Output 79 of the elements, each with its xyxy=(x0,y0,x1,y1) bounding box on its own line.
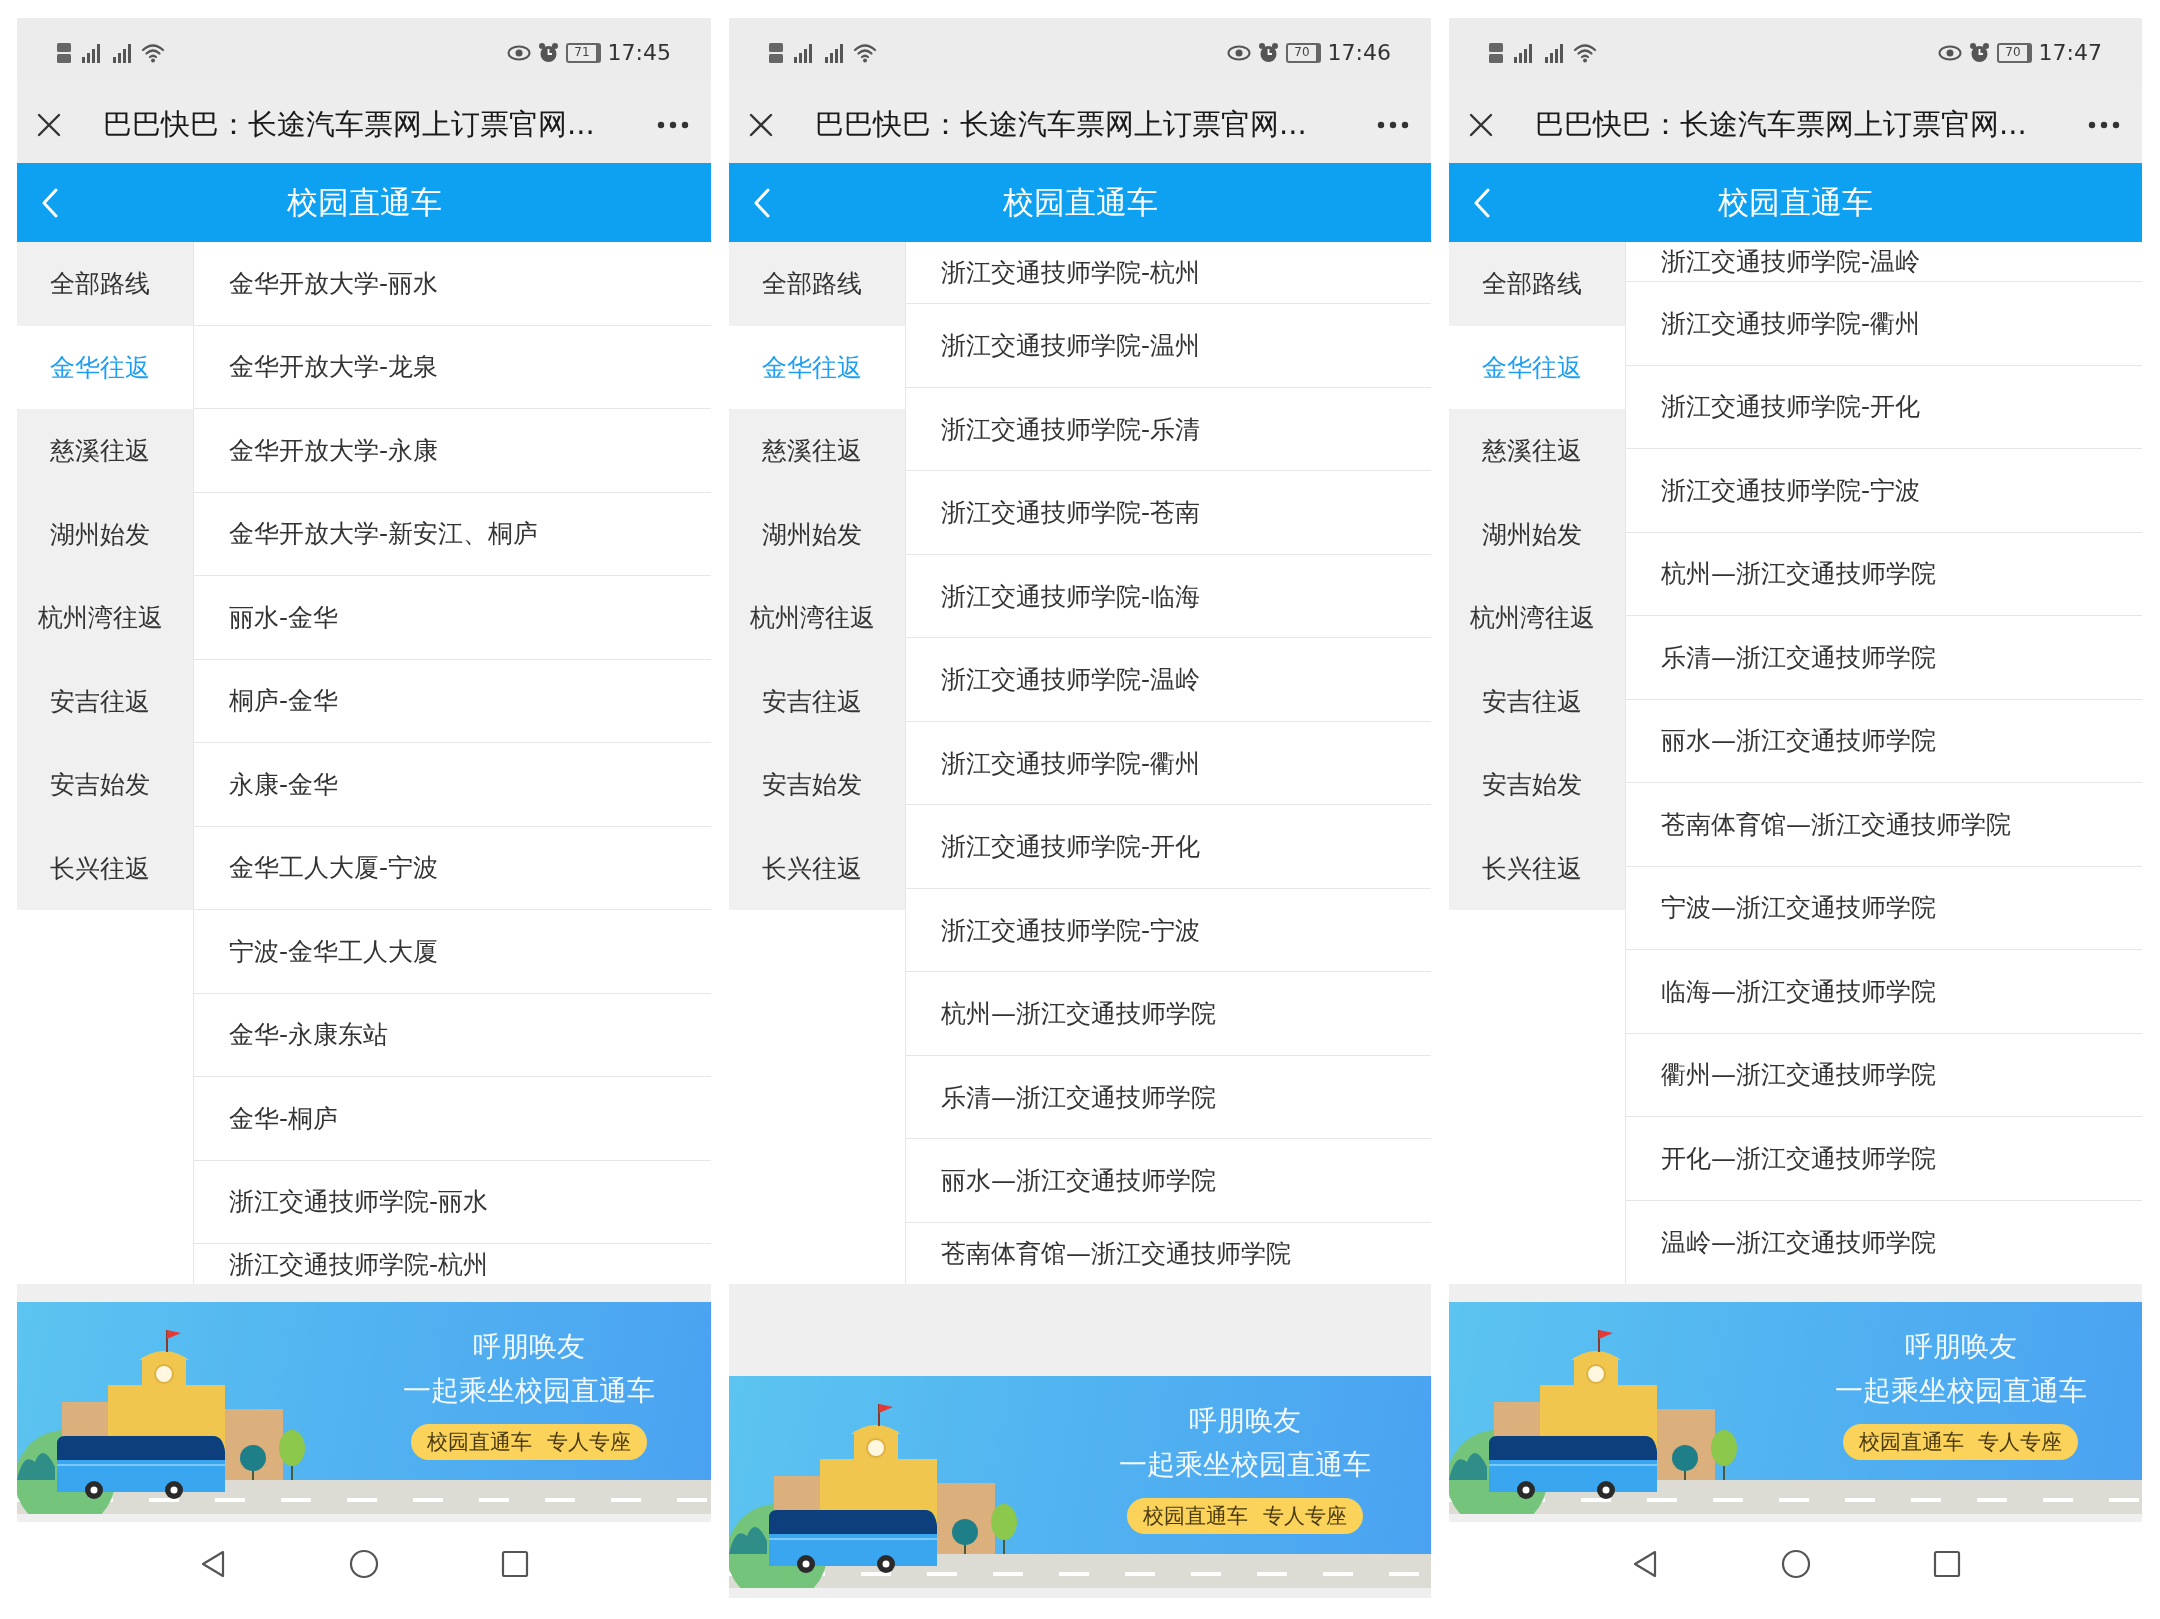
more-icon[interactable] xyxy=(657,121,689,129)
promo-banner[interactable]: 呼朋唤友 一起乘坐校园直通车 校园直通车 专人专座 xyxy=(1449,1302,2142,1514)
eye-icon xyxy=(507,44,532,61)
category-tab[interactable]: 杭州湾往返 xyxy=(729,576,905,660)
category-tab[interactable]: 长兴往返 xyxy=(1449,826,1625,910)
signal-icon xyxy=(791,42,815,63)
banner-tag: 校园直通车 专人专座 xyxy=(1842,1424,2079,1460)
signal-icon xyxy=(110,42,134,63)
recent-apps-icon[interactable] xyxy=(500,1548,530,1579)
battery-indicator: 70 xyxy=(1286,42,1321,63)
category-tab[interactable]: 杭州湾往返 xyxy=(17,576,193,660)
category-tab[interactable]: 湖州始发 xyxy=(17,492,193,576)
category-tab[interactable]: 慈溪往返 xyxy=(17,409,193,493)
banner-subline: 一起乘坐校园直通车 xyxy=(403,1374,655,1408)
category-tab[interactable]: 安吉往返 xyxy=(1449,659,1625,743)
signal-icon xyxy=(1542,42,1566,63)
category-tab[interactable]: 安吉始发 xyxy=(1449,743,1625,827)
banner-headline: 呼朋唤友 xyxy=(1904,1330,2017,1364)
home-icon[interactable] xyxy=(1780,1548,1811,1579)
category-tab[interactable]: 慈溪往返 xyxy=(729,409,905,493)
category-tab[interactable]: 长兴往返 xyxy=(17,826,193,910)
signal-icon xyxy=(822,42,846,63)
header-title: 校园直通车 xyxy=(1001,182,1159,222)
category-tab[interactable]: 全部路线 xyxy=(729,242,905,326)
signal-icon xyxy=(79,42,103,63)
category-tab[interactable]: 全部路线 xyxy=(1449,242,1625,326)
tree xyxy=(1672,1445,1698,1481)
tree xyxy=(991,1504,1017,1555)
close-icon[interactable] xyxy=(1469,113,1493,137)
close-icon[interactable] xyxy=(37,113,61,137)
alarm-clock-icon xyxy=(538,42,560,63)
signal-icon xyxy=(1511,42,1535,63)
alarm-clock-icon xyxy=(1969,42,1991,63)
battery-indicator: 70 xyxy=(1997,42,2032,63)
category-tab[interactable]: 全部路线 xyxy=(17,242,193,326)
tree xyxy=(240,1445,266,1481)
sim-icon xyxy=(768,41,784,64)
eye-icon xyxy=(1227,44,1252,61)
status-time: 17:46 xyxy=(1327,40,1391,65)
header-title: 校园直通车 xyxy=(285,182,443,222)
wifi-icon xyxy=(853,42,877,63)
recent-apps-icon[interactable] xyxy=(1931,1548,1962,1579)
category-tab[interactable]: 慈溪往返 xyxy=(1449,409,1625,493)
category-tab[interactable]: 杭州湾往返 xyxy=(1449,576,1625,660)
sim-icon xyxy=(1488,41,1504,64)
category-tab[interactable]: 长兴往返 xyxy=(729,826,905,910)
page-title: 巴巴快巴：长途汽车票网上订票官网... xyxy=(103,106,596,143)
banner-headline: 呼朋唤友 xyxy=(473,1330,585,1364)
promo-banner[interactable]: 呼朋唤友 一起乘坐校园直通车 校园直通车 专人专座 xyxy=(729,1376,1431,1588)
close-icon[interactable] xyxy=(749,113,773,137)
battery-indicator: 71 xyxy=(566,42,601,63)
more-icon[interactable] xyxy=(2088,121,2120,129)
category-tab[interactable]: 安吉往返 xyxy=(17,659,193,743)
category-tab[interactable]: 安吉始发 xyxy=(17,743,193,827)
banner-subline: 一起乘坐校园直通车 xyxy=(1119,1448,1371,1482)
sim-icon xyxy=(56,41,72,64)
tree xyxy=(1711,1430,1737,1481)
banner-tag: 校园直通车 专人专座 xyxy=(1127,1498,1363,1534)
category-tab[interactable]: 湖州始发 xyxy=(729,492,905,576)
alarm-clock-icon xyxy=(1258,42,1280,63)
category-tab[interactable]: 湖州始发 xyxy=(1449,492,1625,576)
page-title: 巴巴快巴：长途汽车票网上订票官网... xyxy=(1535,106,2028,143)
page-title: 巴巴快巴：长途汽车票网上订票官网... xyxy=(815,106,1308,143)
status-time: 17:45 xyxy=(607,40,671,65)
banner-tag: 校园直通车 专人专座 xyxy=(411,1424,647,1460)
eye-icon xyxy=(1938,44,1963,61)
category-tab[interactable]: 安吉始发 xyxy=(729,743,905,827)
category-tab[interactable]: 安吉往返 xyxy=(729,659,905,743)
tree xyxy=(279,1430,305,1481)
home-icon[interactable] xyxy=(349,1548,379,1579)
wifi-icon xyxy=(1573,42,1597,63)
tree xyxy=(952,1519,978,1555)
status-time: 17:47 xyxy=(2038,40,2102,65)
promo-banner[interactable]: 呼朋唤友 一起乘坐校园直通车 校园直通车 专人专座 xyxy=(17,1302,711,1514)
header-title: 校园直通车 xyxy=(1717,182,1874,222)
more-icon[interactable] xyxy=(1377,121,1409,129)
wifi-icon xyxy=(141,42,165,63)
banner-headline: 呼朋唤友 xyxy=(1189,1404,1301,1438)
banner-subline: 一起乘坐校园直通车 xyxy=(1834,1374,2087,1408)
